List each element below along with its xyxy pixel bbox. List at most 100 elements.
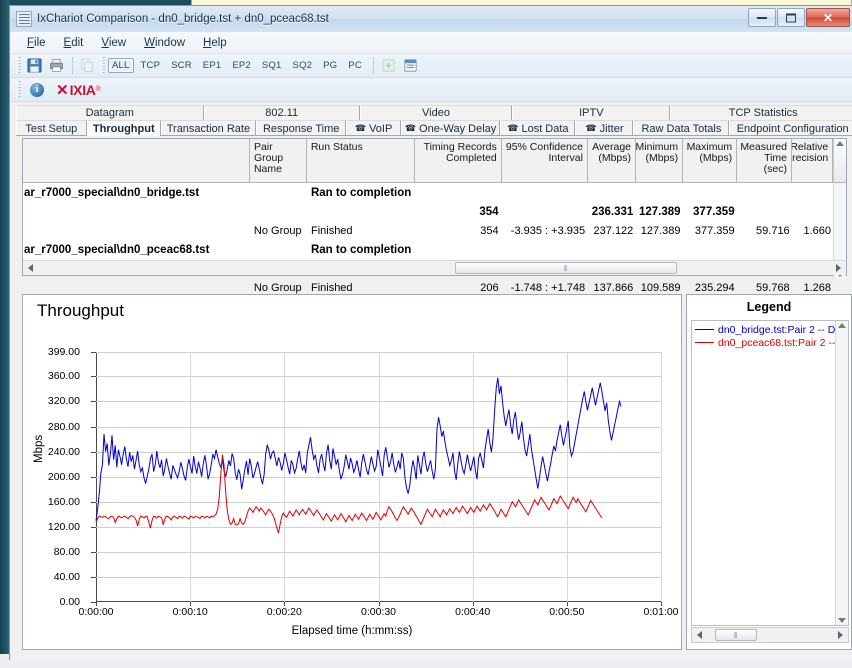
phone-icon: ☎ bbox=[585, 123, 597, 133]
ixia-logo: IXIA bbox=[69, 81, 96, 98]
grid-column-header-run_status[interactable]: Run Status bbox=[307, 139, 415, 182]
close-button[interactable]: ✕ bbox=[806, 8, 850, 27]
legend-item[interactable]: dn0_pceac68.tst:Pair 2 -- D bbox=[692, 336, 848, 349]
menu-item-edit[interactable]: Edit bbox=[56, 35, 92, 51]
export-icon[interactable] bbox=[378, 56, 399, 76]
menu-item-help[interactable]: Help bbox=[195, 35, 235, 51]
scroll-up-icon-grid[interactable] bbox=[836, 141, 845, 146]
filter-button-ep1[interactable]: EP1 bbox=[199, 58, 226, 73]
hscroll-thumb[interactable]: ‖ bbox=[455, 262, 677, 274]
desktop-background bbox=[0, 0, 9, 668]
tab-lost-data[interactable]: ☎ Lost Data bbox=[500, 120, 576, 136]
legend-line-icon bbox=[695, 329, 714, 330]
grid-column-header-conf[interactable]: 95% Confidence Interval bbox=[502, 139, 588, 182]
grid-column-header-pair_group[interactable]: Pair Group Name bbox=[250, 139, 307, 182]
chart-x-axis-label: Elapsed time (h:mm:ss) bbox=[291, 625, 413, 637]
copy-icon[interactable] bbox=[77, 56, 98, 76]
grid-cell-name: ar_r7000_special\dn0_pceac68.tst bbox=[24, 243, 210, 256]
report-icon[interactable] bbox=[400, 56, 421, 76]
grid-cell-run_status bbox=[307, 202, 415, 221]
tab-endpoint-configuration[interactable]: Endpoint Configuration bbox=[729, 120, 852, 136]
toolbar-grip[interactable] bbox=[17, 57, 21, 74]
grid-column-label: Timing Records Completed bbox=[423, 141, 497, 164]
grid-cell-records: 354 bbox=[479, 205, 499, 218]
tab-jitter[interactable]: ☎ Jitter bbox=[575, 120, 634, 136]
hscroll-track[interactable]: ‖ bbox=[38, 261, 831, 275]
minimize-button[interactable] bbox=[748, 8, 776, 27]
scroll-right-button[interactable] bbox=[831, 261, 846, 275]
filter-button-sq2[interactable]: SQ2 bbox=[289, 58, 317, 73]
tab-row-categories: Datagram 802.11 Video IPTV TCP Statistics bbox=[16, 105, 852, 120]
legend-hscroll-thumb[interactable]: ‖ bbox=[715, 629, 757, 641]
filter-button-pc[interactable]: PC bbox=[344, 58, 366, 73]
arrow-right-icon-legend bbox=[838, 631, 843, 639]
legend-scroll-left-button[interactable] bbox=[692, 628, 707, 642]
toolbar-branding: i ✕ IXIA ® bbox=[11, 78, 852, 102]
tab-label: Lost Data bbox=[521, 122, 569, 135]
arrow-left-icon-legend bbox=[697, 631, 702, 639]
legend-vertical-scrollbar[interactable] bbox=[835, 321, 848, 625]
menu-item-window[interactable]: Window bbox=[136, 35, 193, 51]
chart-y-tick-label: 0.00 bbox=[59, 596, 80, 608]
tab-test-setup[interactable]: Test Setup bbox=[16, 120, 87, 136]
grid-column-header-prec[interactable]: Relative Precision bbox=[792, 139, 834, 182]
ixia-x-icon: ✕ bbox=[56, 81, 69, 99]
save-icon[interactable] bbox=[24, 56, 45, 76]
tab-throughput[interactable]: Throughput bbox=[86, 120, 161, 136]
chart-x-tick-label: 0:00:20 bbox=[266, 606, 302, 618]
filter-button-pg[interactable]: PG bbox=[319, 58, 341, 73]
grid-horizontal-scrollbar[interactable]: ‖ bbox=[23, 260, 846, 275]
filter-button-sq1[interactable]: SQ1 bbox=[258, 58, 286, 73]
legend-hscroll-track[interactable]: ‖ bbox=[707, 628, 833, 642]
scroll-left-button[interactable] bbox=[23, 261, 38, 275]
grid-cell-conf bbox=[503, 183, 590, 202]
grid-column-header-records[interactable]: Timing Records Completed bbox=[415, 139, 502, 182]
tab-video[interactable]: Video bbox=[359, 105, 513, 120]
grid-column-header-max[interactable]: Maximum (Mbps) bbox=[683, 139, 738, 182]
scroll-up-icon[interactable] bbox=[838, 323, 846, 328]
toolbar-grip-2[interactable] bbox=[101, 57, 105, 74]
table-row[interactable]: ar_r7000_special\dn0_bridge.tst Ran to co… bbox=[23, 183, 835, 202]
tab-response-time[interactable]: Response Time bbox=[255, 120, 347, 136]
menu-item-file[interactable]: File bbox=[19, 35, 54, 51]
tab-transaction-rate[interactable]: Transaction Rate bbox=[160, 120, 256, 136]
grid-column-header-name[interactable] bbox=[23, 139, 250, 182]
tab-datagram[interactable]: Datagram bbox=[16, 105, 204, 120]
toolbar-grip-3[interactable] bbox=[17, 81, 21, 98]
grid-cell-min: 127.389 bbox=[638, 205, 681, 218]
table-row[interactable]: ar_r7000_special\dn0_pceac68.tst Ran to c… bbox=[23, 240, 835, 259]
tab-tcp-statistics[interactable]: TCP Statistics bbox=[670, 105, 852, 120]
chart-plot-area: 0.00 40.00 80.00 120.00 160.00 200.00 240.00 28… bbox=[48, 346, 679, 618]
filter-button-tcp[interactable]: TCP bbox=[137, 58, 165, 73]
legend-scroll-right-button[interactable] bbox=[833, 628, 848, 642]
grid-header-scroll-corner[interactable] bbox=[833, 139, 846, 182]
tab-iptv[interactable]: IPTV bbox=[512, 105, 671, 120]
grid-column-header-min[interactable]: Minimum (Mbps) bbox=[636, 139, 684, 182]
info-icon[interactable]: i bbox=[30, 82, 44, 97]
print-icon[interactable] bbox=[46, 56, 67, 76]
scroll-down-icon-legend[interactable] bbox=[838, 618, 846, 623]
grid-column-label: Average (Mbps) bbox=[592, 141, 632, 164]
filter-button-all[interactable]: ALL bbox=[108, 58, 134, 73]
legend-item-label: dn0_bridge.tst:Pair 2 -- DN a bbox=[718, 323, 848, 336]
tab-voip[interactable]: ☎ VoIP bbox=[346, 120, 401, 136]
tab-802-11[interactable]: 802.11 bbox=[203, 105, 360, 120]
tab-one-way-delay[interactable]: ☎ One-Way Delay bbox=[400, 120, 501, 136]
chart-y-tick-label: 280.00 bbox=[47, 420, 80, 433]
grip-icon-legend: ‖ bbox=[733, 630, 739, 640]
grid-column-header-avg[interactable]: Average (Mbps) bbox=[588, 139, 637, 182]
filter-button-ep2[interactable]: EP2 bbox=[228, 58, 255, 73]
maximize-button[interactable] bbox=[777, 8, 805, 27]
legend-item[interactable]: dn0_bridge.tst:Pair 2 -- DN a bbox=[692, 323, 848, 336]
tab-raw-data-totals[interactable]: Raw Data Totals bbox=[633, 120, 730, 136]
app-icon bbox=[16, 11, 32, 27]
legend-horizontal-scrollbar[interactable]: ‖ bbox=[691, 627, 849, 643]
table-row[interactable]: No Group Finished 354 -3.935 : +3.935 237.12… bbox=[23, 221, 835, 240]
table-row[interactable]: 354 236.331 127.389 377.359 bbox=[23, 202, 835, 221]
tab-label: Test Setup bbox=[25, 122, 78, 135]
grid-column-header-time[interactable]: Measured Time (sec) bbox=[737, 139, 793, 182]
menu-item-view[interactable]: View bbox=[93, 35, 134, 51]
toolbar-separator-1 bbox=[72, 57, 73, 74]
filter-button-scr[interactable]: SCR bbox=[167, 58, 196, 73]
grid-cell-min bbox=[637, 183, 684, 202]
